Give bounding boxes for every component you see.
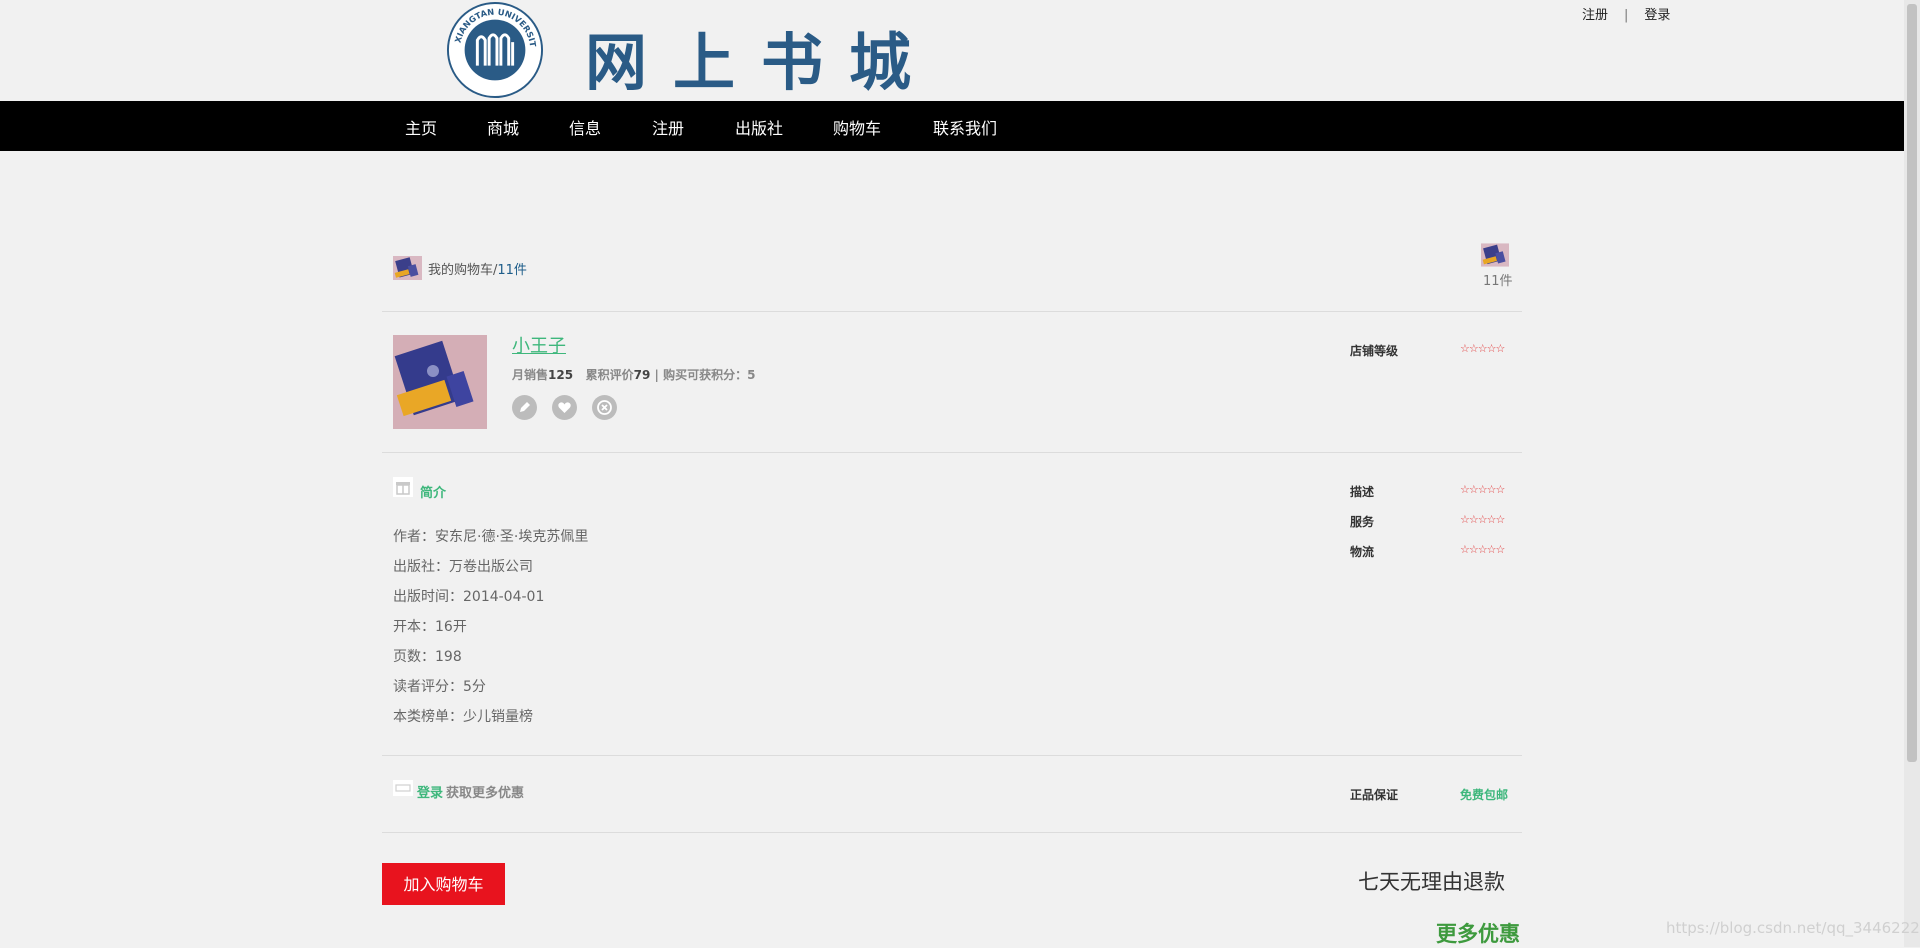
logistics-label: 物流 (1350, 545, 1375, 559)
top-links: 注册 | 登录 (1582, 4, 1670, 23)
divider (382, 755, 1522, 756)
service-label: 服务 (1350, 515, 1375, 529)
reviews-label: 累积评价 (585, 368, 634, 382)
add-to-cart-button[interactable]: 加入购物车 (382, 863, 505, 905)
site-title: 网上书城 (585, 26, 938, 99)
divider (382, 452, 1522, 453)
heart-icon (558, 402, 571, 413)
site-header: XIANGTAN UNIVERSITY 网上书城 注册 | 登录 (0, 0, 1904, 100)
card-icon (393, 780, 413, 796)
info-publisher: 出版社：万卷出版公司 (393, 559, 533, 575)
nav-item-info[interactable]: 信息 (569, 115, 601, 139)
remove-button[interactable] (592, 395, 617, 420)
nav-item-cart[interactable]: 购物车 (833, 115, 881, 139)
monthly-sales-label: 月销售 (512, 368, 549, 382)
login-link[interactable]: 登录 (1644, 4, 1670, 23)
intro-label: 简介 (420, 486, 447, 501)
info-publish-date: 出版时间：2014-04-01 (393, 589, 545, 605)
promo-login-link[interactable]: 登录 (417, 782, 443, 801)
authentic-guarantee-label: 正品保证 (1350, 788, 1399, 802)
nav-item-publisher[interactable]: 出版社 (735, 115, 783, 139)
watermark: https://blog.csdn.net/qq_34462220 (1666, 919, 1920, 937)
cart-count[interactable]: 11件 (497, 263, 527, 278)
describe-stars: ☆☆☆☆☆ (1460, 483, 1505, 496)
divider (382, 311, 1522, 312)
vertical-scrollbar[interactable] (1904, 0, 1920, 947)
product-title-link[interactable]: 小王子 (512, 332, 566, 358)
info-pages: 页数：198 (393, 649, 462, 665)
nav-item-contact[interactable]: 联系我们 (933, 115, 997, 139)
gift-icon (393, 477, 413, 497)
edit-icon (520, 402, 530, 412)
cart-mini-icon[interactable] (1481, 243, 1509, 267)
promo-text: 获取更多优惠 (446, 786, 525, 801)
my-cart-text: 我的购物车/ (428, 263, 498, 278)
store-level-label: 店铺等级 (1350, 344, 1399, 358)
store-level-stars: ☆☆☆☆☆ (1460, 342, 1505, 355)
reviews-value: 79 (633, 368, 651, 382)
logistics-stars: ☆☆☆☆☆ (1460, 543, 1505, 556)
product-cover-image[interactable] (393, 335, 487, 429)
nav-item-home[interactable]: 主页 (405, 115, 437, 139)
product-stats: 月销售125 累积评价79 | 购买可获积分：5 (512, 366, 755, 383)
info-author: 作者：安东尼·德·圣·埃克苏佩里 (393, 529, 589, 545)
describe-label: 描述 (1350, 485, 1375, 499)
free-shipping-label: 免费包邮 (1460, 788, 1509, 802)
info-format: 开本：16开 (393, 619, 467, 635)
main-nav: 主页 商城 信息 注册 出版社 购物车 联系我们 (0, 101, 1904, 151)
refund-policy-text: 七天无理由退款 (1358, 870, 1505, 894)
close-circle-icon (597, 400, 612, 415)
monthly-sales-value: 125 (548, 368, 574, 382)
service-stars: ☆☆☆☆☆ (1460, 513, 1505, 526)
divider (382, 832, 1522, 833)
favorite-button[interactable] (552, 395, 577, 420)
scrollbar-thumb[interactable] (1907, 4, 1917, 762)
info-ranking: 本类榜单：少儿销量榜 (393, 709, 533, 725)
university-seal-logo[interactable]: XIANGTAN UNIVERSITY (446, 1, 544, 99)
nav-item-register[interactable]: 注册 (652, 115, 684, 139)
my-cart-label: 我的购物车/11件 (428, 259, 527, 278)
cart-thumbnail-icon (393, 256, 422, 280)
more-deals-link[interactable]: 更多优惠 (1436, 918, 1520, 948)
top-link-separator: | (1624, 8, 1629, 23)
info-reader-rating: 读者评分：5分 (393, 679, 486, 695)
nav-item-mall[interactable]: 商城 (487, 115, 519, 139)
edit-button[interactable] (512, 395, 537, 420)
cart-mini-count[interactable]: 11件 (1483, 270, 1513, 289)
register-link[interactable]: 注册 (1582, 4, 1608, 23)
points-text: | 购买可获积分：5 (650, 368, 756, 382)
